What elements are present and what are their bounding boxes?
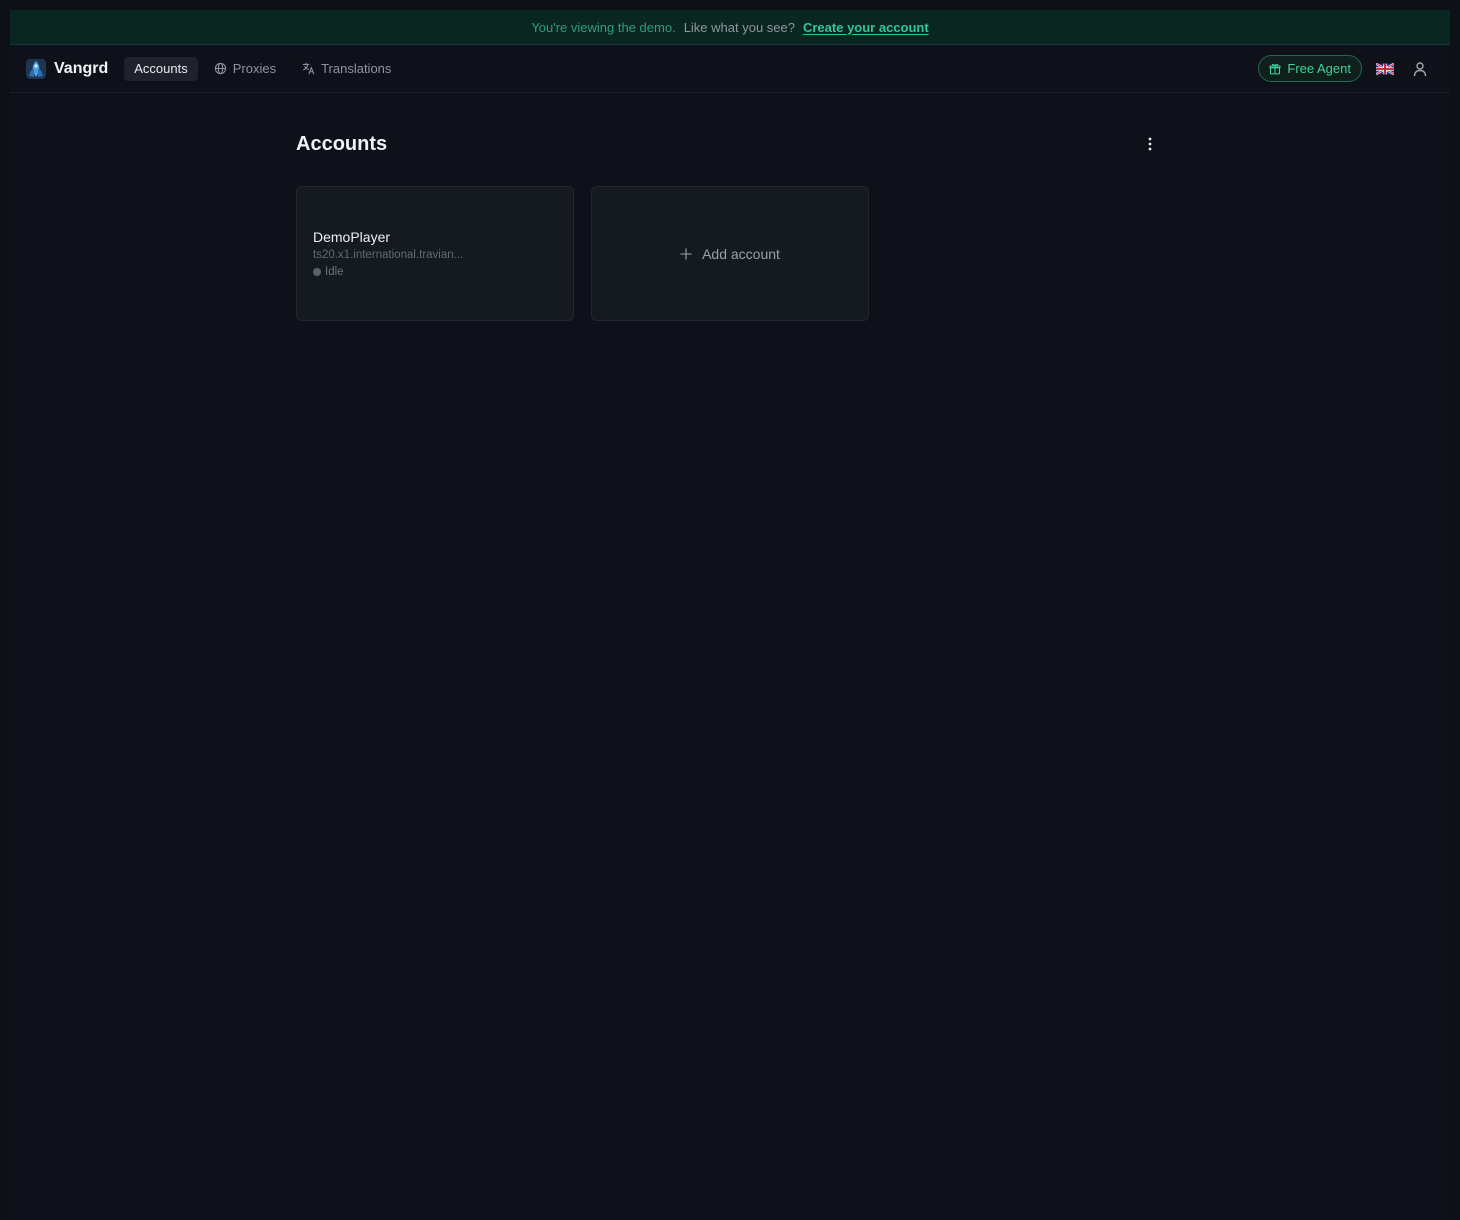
account-cards: DemoPlayer ts20.x1.international.travian… — [296, 186, 1158, 321]
status-dot — [313, 268, 321, 276]
plus-icon — [680, 247, 692, 260]
page-title: Accounts — [296, 132, 388, 155]
demo-message: You're viewing the demo. — [531, 19, 676, 35]
account-server: ts20.x1.international.travian... — [313, 249, 464, 261]
more-vertical-icon — [1148, 137, 1152, 151]
nav-item-label: Accounts — [134, 61, 188, 76]
vangrd-logo-icon — [26, 58, 46, 79]
gift-icon — [1269, 63, 1282, 74]
more-options-button[interactable] — [1142, 136, 1158, 152]
globe-icon — [214, 62, 226, 75]
demo-banner: You're viewing the demo. Like what you s… — [10, 10, 1450, 45]
account-status: Idle — [313, 266, 557, 278]
account-name: DemoPlayer — [313, 229, 391, 245]
nav-item-label: Translations — [321, 61, 392, 76]
top-nav: Vangrd Accounts Proxies Translations Fre… — [10, 45, 1450, 93]
uk-flag-icon[interactable] — [1376, 62, 1394, 75]
demo-question: Like what you see? — [683, 19, 795, 35]
nav-right: Free Agent — [1258, 55, 1434, 82]
main-content: Accounts DemoPlayer ts20.x1.internationa… — [296, 128, 1158, 321]
nav-item-proxies[interactable]: Proxies — [204, 57, 286, 81]
app-frame: You're viewing the demo. Like what you s… — [10, 10, 1450, 1220]
brand-name: Vangrd — [54, 59, 109, 77]
create-account-link[interactable]: Create your account — [803, 20, 929, 35]
user-icon[interactable] — [1412, 61, 1428, 77]
nav-item-accounts[interactable]: Accounts — [124, 56, 198, 81]
account-card[interactable]: DemoPlayer ts20.x1.international.travian… — [296, 186, 574, 321]
account-status-label: Idle — [325, 266, 344, 278]
nav-item-label: Proxies — [232, 61, 277, 76]
free-agent-button[interactable]: Free Agent — [1258, 55, 1362, 82]
free-agent-label: Free Agent — [1287, 61, 1351, 76]
translate-icon — [302, 62, 315, 75]
page-header: Accounts — [296, 128, 1158, 160]
nav-item-translations[interactable]: Translations — [292, 57, 401, 81]
add-account-button[interactable]: Add account — [591, 186, 869, 321]
add-account-label: Add account — [702, 245, 780, 262]
nav-items: Accounts Proxies Translations — [124, 56, 401, 81]
brand[interactable]: Vangrd — [26, 58, 109, 79]
